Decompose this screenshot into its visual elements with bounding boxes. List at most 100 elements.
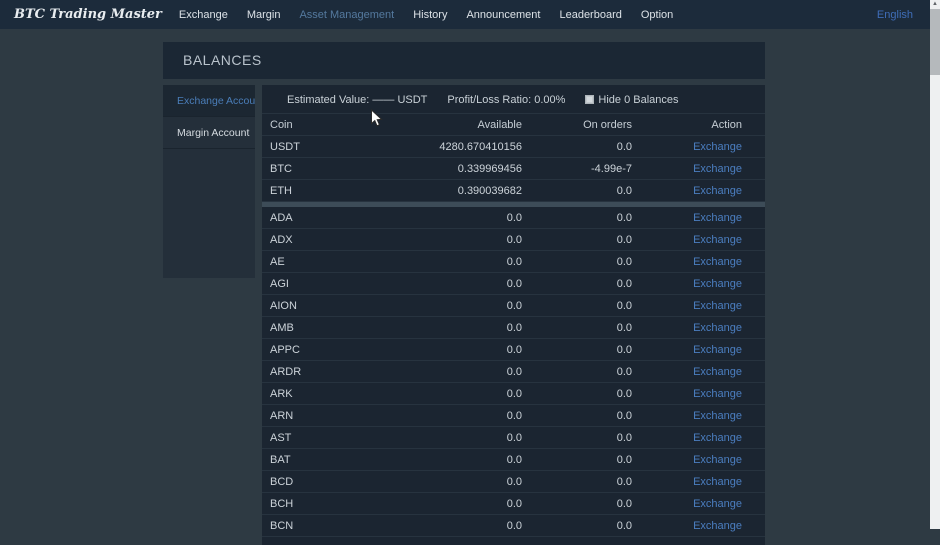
available-balance: 0.0: [412, 300, 522, 312]
action-cell: Exchange: [632, 234, 742, 246]
action-cell: Exchange: [632, 322, 742, 334]
exchange-link[interactable]: Exchange: [693, 344, 742, 356]
table-row: USDT4280.6704101560.0Exchange: [262, 136, 765, 158]
action-cell: Exchange: [632, 185, 742, 197]
table-row: AGI0.00.0Exchange: [262, 273, 765, 295]
hide-zero-checkbox[interactable]: [585, 95, 594, 104]
coin-name: USDT: [262, 141, 412, 153]
table-row: BCN0.00.0Exchange: [262, 515, 765, 537]
available-balance: 0.0: [412, 520, 522, 532]
scrollbar-thumb[interactable]: [930, 9, 940, 75]
exchange-link[interactable]: Exchange: [693, 476, 742, 488]
account-sidebar: Exchange AccountMargin Account: [163, 85, 255, 278]
action-cell: Exchange: [632, 432, 742, 444]
exchange-link[interactable]: Exchange: [693, 212, 742, 224]
vertical-scrollbar[interactable]: ▲: [930, 0, 940, 529]
table-row: ARDR0.00.0Exchange: [262, 361, 765, 383]
action-cell: Exchange: [632, 141, 742, 153]
table-row: BCD0.00.0Exchange: [262, 471, 765, 493]
brand-logo[interactable]: BTC Trading Master: [14, 7, 162, 22]
table-row: BCH0.00.0Exchange: [262, 493, 765, 515]
available-balance: 0.0: [412, 278, 522, 290]
nav-item-leaderboard[interactable]: Leaderboard: [559, 9, 621, 21]
language-selector[interactable]: English: [877, 9, 913, 21]
exchange-link[interactable]: Exchange: [693, 498, 742, 510]
available-balance: 0.0: [412, 432, 522, 444]
coin-name: ADA: [262, 212, 412, 224]
table-row: AION0.00.0Exchange: [262, 295, 765, 317]
available-balance: 0.339969456: [412, 163, 522, 175]
header-action: Action: [632, 119, 742, 131]
coin-name: ADX: [262, 234, 412, 246]
table-row: ETH0.3900396820.0Exchange: [262, 180, 765, 202]
on-orders-balance: 0.0: [522, 498, 632, 510]
exchange-link[interactable]: Exchange: [693, 520, 742, 532]
action-cell: Exchange: [632, 163, 742, 175]
nav-item-announcement[interactable]: Announcement: [466, 9, 540, 21]
profit-loss-label: Profit/Loss Ratio: 0.00%: [447, 94, 565, 106]
action-cell: Exchange: [632, 300, 742, 312]
available-balance: 0.0: [412, 454, 522, 466]
sidebar-item-exchange-account[interactable]: Exchange Account: [163, 85, 255, 117]
exchange-link[interactable]: Exchange: [693, 185, 742, 197]
on-orders-balance: 0.0: [522, 212, 632, 224]
exchange-link[interactable]: Exchange: [693, 454, 742, 466]
on-orders-balance: 0.0: [522, 278, 632, 290]
on-orders-balance: 0.0: [522, 388, 632, 400]
nav-item-option[interactable]: Option: [641, 9, 673, 21]
exchange-link[interactable]: Exchange: [693, 322, 742, 334]
nav-item-asset-management[interactable]: Asset Management: [299, 9, 394, 21]
balances-table-body: USDT4280.6704101560.0ExchangeBTC0.339969…: [262, 136, 765, 537]
coin-name: ARK: [262, 388, 412, 400]
exchange-link[interactable]: Exchange: [693, 388, 742, 400]
on-orders-balance: 0.0: [522, 185, 632, 197]
action-cell: Exchange: [632, 344, 742, 356]
on-orders-balance: 0.0: [522, 234, 632, 246]
on-orders-balance: 0.0: [522, 300, 632, 312]
coin-name: AGI: [262, 278, 412, 290]
on-orders-balance: 0.0: [522, 410, 632, 422]
action-cell: Exchange: [632, 278, 742, 290]
exchange-link[interactable]: Exchange: [693, 432, 742, 444]
on-orders-balance: 0.0: [522, 256, 632, 268]
hide-zero-label: Hide 0 Balances: [598, 94, 678, 106]
on-orders-balance: 0.0: [522, 322, 632, 334]
page-content: BALANCES Exchange AccountMargin Account …: [163, 42, 765, 545]
action-cell: Exchange: [632, 498, 742, 510]
available-balance: 0.0: [412, 366, 522, 378]
on-orders-balance: 0.0: [522, 366, 632, 378]
available-balance: 0.0: [412, 234, 522, 246]
scrollbar-up-arrow-icon[interactable]: ▲: [930, 0, 940, 9]
exchange-link[interactable]: Exchange: [693, 366, 742, 378]
sidebar-item-margin-account[interactable]: Margin Account: [163, 117, 255, 149]
on-orders-balance: 0.0: [522, 432, 632, 444]
available-balance: 0.0: [412, 498, 522, 510]
exchange-link[interactable]: Exchange: [693, 410, 742, 422]
exchange-link[interactable]: Exchange: [693, 300, 742, 312]
table-row: ARN0.00.0Exchange: [262, 405, 765, 427]
action-cell: Exchange: [632, 520, 742, 532]
action-cell: Exchange: [632, 410, 742, 422]
available-balance: 0.390039682: [412, 185, 522, 197]
exchange-link[interactable]: Exchange: [693, 141, 742, 153]
nav-item-history[interactable]: History: [413, 9, 447, 21]
exchange-link[interactable]: Exchange: [693, 256, 742, 268]
coin-name: BCH: [262, 498, 412, 510]
exchange-link[interactable]: Exchange: [693, 163, 742, 175]
available-balance: 0.0: [412, 476, 522, 488]
top-navbar: BTC Trading Master Exchange Margin Asset M…: [0, 0, 940, 29]
exchange-link[interactable]: Exchange: [693, 234, 742, 246]
action-cell: Exchange: [632, 454, 742, 466]
table-row: ARK0.00.0Exchange: [262, 383, 765, 405]
available-balance: 0.0: [412, 410, 522, 422]
available-balance: 0.0: [412, 256, 522, 268]
header-available: Available: [412, 119, 522, 131]
nav-item-exchange[interactable]: Exchange: [179, 9, 228, 21]
on-orders-balance: 0.0: [522, 344, 632, 356]
exchange-link[interactable]: Exchange: [693, 278, 742, 290]
coin-name: BCD: [262, 476, 412, 488]
nav-menu: Exchange Margin Asset Management History Ann…: [179, 9, 673, 21]
on-orders-balance: 0.0: [522, 141, 632, 153]
action-cell: Exchange: [632, 476, 742, 488]
nav-item-margin[interactable]: Margin: [247, 9, 281, 21]
